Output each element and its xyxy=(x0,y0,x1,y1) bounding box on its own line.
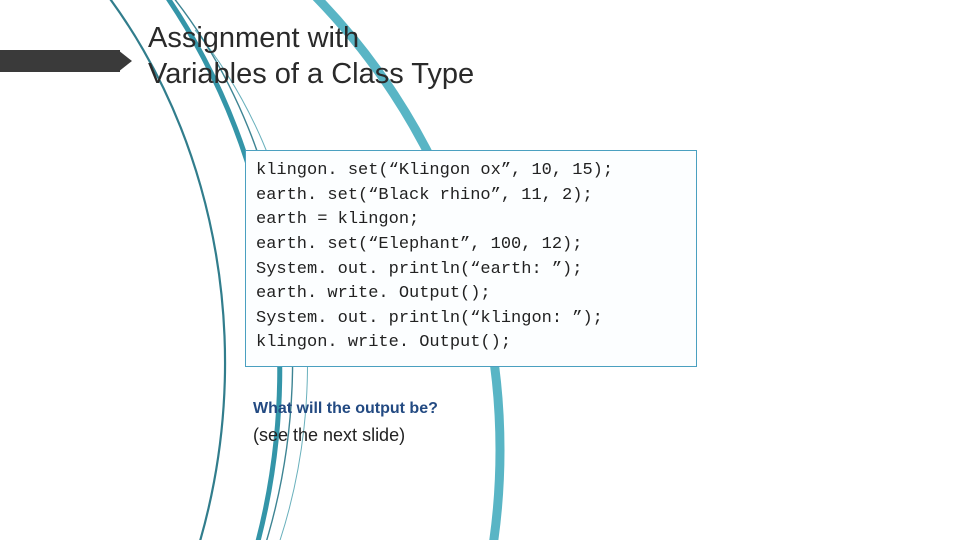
code-line: earth. write. Output(); xyxy=(256,284,491,303)
code-line: klingon. set(“Klingon ox”, 10, 15); xyxy=(256,161,613,180)
code-line: earth. set(“Black rhino”, 11, 2); xyxy=(256,186,593,205)
code-line: klingon. write. Output(); xyxy=(256,333,511,352)
code-line: System. out. println(“earth: ”); xyxy=(256,260,582,279)
title-arrow-icon xyxy=(0,50,135,72)
slide-title: Assignment with Variables of a Class Typ… xyxy=(148,20,474,93)
answer-text: (see the next slide) xyxy=(253,425,405,446)
question-text: What will the output be? xyxy=(253,400,438,418)
title-line-2: Variables of a Class Type xyxy=(148,58,474,90)
code-line: earth = klingon; xyxy=(256,210,419,229)
code-line: System. out. println(“klingon: ”); xyxy=(256,309,603,328)
slide: Assignment with Variables of a Class Typ… xyxy=(0,0,960,540)
code-line: earth. set(“Elephant”, 100, 12); xyxy=(256,235,582,254)
code-block: klingon. set(“Klingon ox”, 10, 15); eart… xyxy=(245,150,697,367)
title-line-1: Assignment with xyxy=(148,22,359,54)
